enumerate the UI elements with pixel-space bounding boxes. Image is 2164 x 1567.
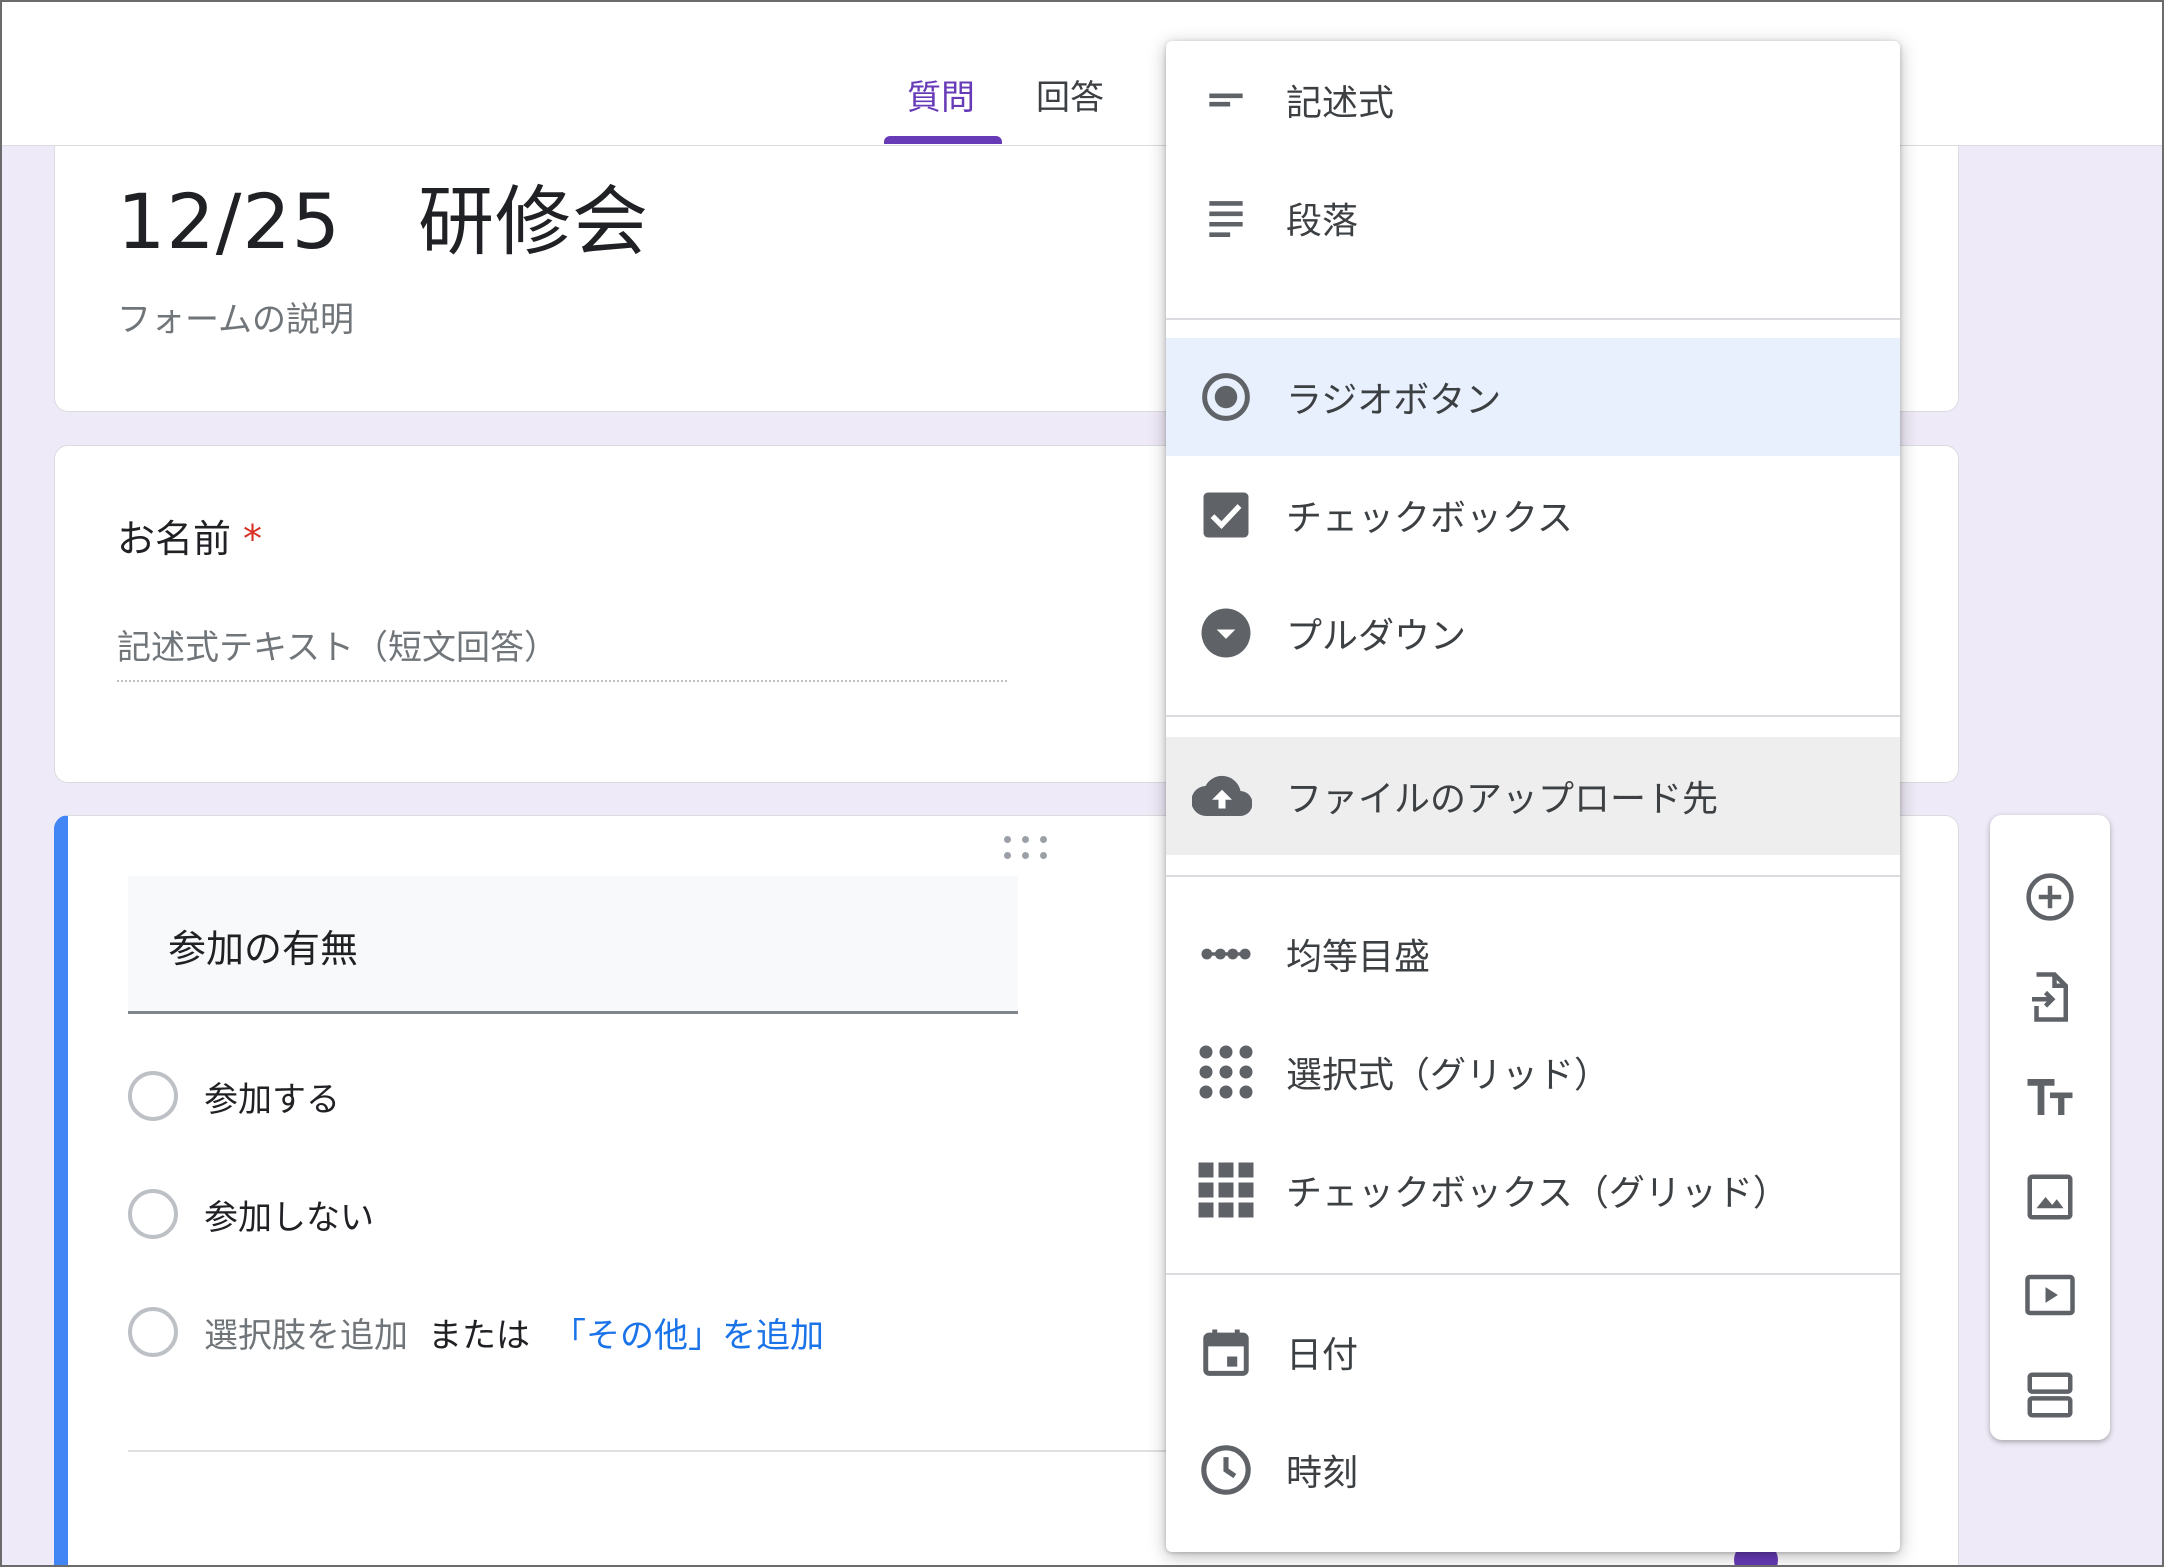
tab-questions[interactable]: 質問 — [907, 70, 975, 119]
drag-handle-icon[interactable] — [1002, 834, 1052, 864]
short-answer-icon — [1196, 70, 1256, 130]
menu-item-label: ラジオボタン — [1286, 380, 1502, 421]
paragraph-icon — [1196, 188, 1256, 248]
menu-item-checkbox[interactable]: チェックボックス — [1166, 456, 1900, 574]
question-title-value: 参加の有無 — [168, 927, 359, 971]
short-answer-placeholder: 記述式テキスト（短文回答） — [117, 628, 558, 668]
question-title-text: お名前 — [117, 517, 232, 561]
required-asterisk: * — [243, 517, 263, 561]
radio-circle-icon — [128, 1307, 178, 1357]
question-type-menu: 記述式 段落 ラジオボタン チェックボックス プルダウン ファイルのアップロード… — [1166, 41, 1900, 1552]
menu-divider — [1166, 318, 1900, 320]
menu-item-file-upload[interactable]: ファイルのアップロード先 — [1166, 737, 1900, 855]
floating-toolbar — [1990, 815, 2110, 1440]
option-row[interactable]: 参加する — [128, 1070, 340, 1122]
cloud-upload-icon — [1192, 766, 1252, 826]
radio-circle-icon — [128, 1189, 178, 1239]
menu-item-linear-scale[interactable]: 均等目盛 — [1166, 895, 1900, 1013]
answer-underline — [117, 680, 1007, 682]
add-question-icon[interactable] — [2020, 867, 2080, 927]
add-section-icon[interactable] — [2020, 1365, 2080, 1425]
import-questions-icon[interactable] — [2020, 967, 2080, 1027]
clock-icon — [1196, 1440, 1256, 1500]
menu-item-paragraph[interactable]: 段落 — [1166, 159, 1900, 277]
active-tab-indicator — [884, 136, 1002, 144]
menu-item-label: 時刻 — [1286, 1453, 1359, 1494]
menu-item-label: チェックボックス（グリッド） — [1286, 1173, 1789, 1214]
multiple-choice-grid-icon — [1196, 1042, 1256, 1102]
option-label[interactable]: 参加する — [204, 1072, 340, 1121]
menu-item-label: 選択式（グリッド） — [1286, 1055, 1611, 1096]
add-image-icon[interactable] — [2020, 1167, 2080, 1227]
menu-divider — [1166, 875, 1900, 877]
menu-item-label: 日付 — [1286, 1335, 1359, 1376]
menu-item-time[interactable]: 時刻 — [1166, 1411, 1900, 1529]
menu-divider — [1166, 1273, 1900, 1275]
radio-button-icon — [1196, 367, 1256, 427]
menu-item-short-answer[interactable]: 記述式 — [1166, 41, 1900, 159]
add-other-button[interactable]: 「その他」を追加 — [552, 1308, 824, 1357]
radio-circle-icon — [128, 1071, 178, 1121]
option-row[interactable]: 参加しない — [128, 1188, 374, 1240]
checkbox-icon — [1196, 485, 1256, 545]
question-title: お名前 * — [117, 508, 262, 563]
menu-item-radio-button[interactable]: ラジオボタン — [1166, 338, 1900, 456]
tab-responses[interactable]: 回答 — [1036, 70, 1104, 119]
add-option-row: 選択肢を追加 または 「その他」を追加 — [128, 1306, 824, 1358]
or-text: または — [428, 1315, 530, 1356]
question-title-input[interactable]: 参加の有無 — [128, 876, 1018, 1014]
linear-scale-icon — [1196, 924, 1256, 984]
checkbox-grid-icon — [1196, 1160, 1256, 1220]
add-title-icon[interactable] — [2020, 1067, 2080, 1127]
menu-item-checkbox-grid[interactable]: チェックボックス（グリッド） — [1166, 1131, 1900, 1249]
menu-item-date[interactable]: 日付 — [1166, 1293, 1900, 1411]
form-title[interactable]: 12/25 研修会 — [117, 160, 649, 270]
add-video-icon[interactable] — [2020, 1265, 2080, 1325]
form-description-field[interactable]: フォームの説明 — [117, 292, 354, 341]
menu-item-dropdown[interactable]: プルダウン — [1166, 574, 1900, 692]
menu-item-label: 段落 — [1286, 201, 1359, 242]
calendar-icon — [1196, 1322, 1256, 1382]
menu-item-label: ファイルのアップロード先 — [1286, 779, 1719, 820]
card-footer-divider — [128, 1450, 1228, 1452]
add-option-button[interactable]: 選択肢を追加 — [204, 1308, 408, 1357]
menu-item-label: 均等目盛 — [1286, 937, 1431, 978]
menu-divider — [1166, 715, 1900, 717]
menu-item-label: 記述式 — [1286, 83, 1395, 124]
menu-item-label: チェックボックス — [1286, 498, 1573, 539]
menu-item-label: プルダウン — [1286, 616, 1467, 657]
option-label[interactable]: 参加しない — [204, 1190, 374, 1239]
menu-item-multiple-choice-grid[interactable]: 選択式（グリッド） — [1166, 1013, 1900, 1131]
dropdown-icon — [1196, 603, 1256, 663]
